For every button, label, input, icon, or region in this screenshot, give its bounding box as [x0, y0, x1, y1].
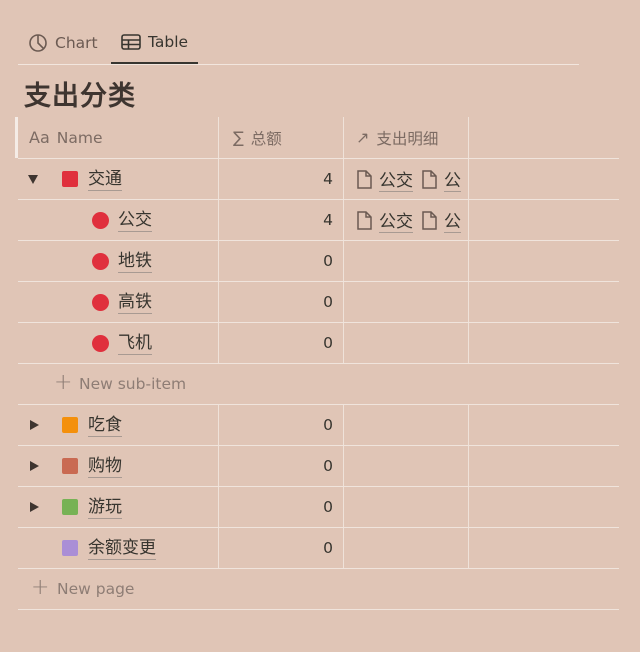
page-icon	[422, 210, 437, 230]
table-row[interactable]: 交通 4 公交 公	[18, 159, 619, 200]
detail-cell[interactable]	[343, 241, 468, 281]
table-header: Aa Name ∑ 总额 ↗ 支出明细	[15, 117, 619, 159]
new-sub-item-label: New sub-item	[79, 375, 187, 393]
total-value: 0	[323, 457, 333, 475]
column-header-extra	[468, 117, 619, 158]
table-row-sub[interactable]: 公交 4 公交 公	[18, 200, 619, 241]
new-page-button[interactable]: + New page	[18, 569, 619, 610]
detail-cell[interactable]	[343, 282, 468, 322]
column-detail-label: 支出明细	[376, 129, 439, 148]
page-link[interactable]: 公交	[356, 207, 413, 233]
relation-arrow-icon: ↗	[356, 128, 370, 147]
page-icon	[422, 169, 437, 189]
table-row-sub[interactable]: 飞机 0	[18, 323, 619, 364]
column-header-name[interactable]: Aa Name	[18, 117, 218, 158]
page-link[interactable]: 公	[421, 166, 461, 192]
red-circle-icon	[92, 212, 109, 229]
collapse-toggle-icon[interactable]	[28, 175, 38, 184]
total-value: 0	[323, 498, 333, 516]
pie-chart-icon	[29, 33, 47, 52]
page-link[interactable]: 公	[421, 207, 461, 233]
tab-chart-label: Chart	[55, 33, 98, 52]
table-row[interactable]: 吃食 0	[18, 405, 619, 446]
row-title[interactable]: 游玩	[88, 487, 122, 527]
tab-chart[interactable]: Chart	[28, 22, 98, 63]
total-value: 4	[323, 211, 333, 229]
row-title[interactable]: 吃食	[88, 405, 122, 445]
total-value: 0	[323, 334, 333, 352]
brown-square-icon	[62, 458, 78, 474]
category-table: Aa Name ∑ 总额 ↗ 支出明细 交通 4 公交 公 公交 4 公交 公 …	[15, 117, 619, 610]
page-title: 支出分类	[24, 81, 136, 112]
column-header-detail[interactable]: ↗ 支出明细	[343, 117, 468, 158]
table-row[interactable]: 购物 0	[18, 446, 619, 487]
table-icon	[121, 34, 141, 50]
red-circle-icon	[92, 294, 109, 311]
detail-cell[interactable]	[343, 487, 468, 527]
red-circle-icon	[92, 253, 109, 270]
expand-toggle-icon[interactable]	[30, 461, 39, 471]
row-title[interactable]: 公交	[118, 200, 152, 240]
table-row[interactable]: 余额变更 0	[18, 528, 619, 569]
table-row[interactable]: 游玩 0	[18, 487, 619, 528]
new-sub-item-button[interactable]: + New sub-item	[18, 364, 619, 405]
row-title[interactable]: 购物	[88, 446, 122, 486]
green-square-icon	[62, 499, 78, 515]
detail-cell[interactable]	[343, 405, 468, 445]
row-title[interactable]: 交通	[88, 159, 122, 199]
detail-cell[interactable]	[343, 446, 468, 486]
expand-toggle-icon[interactable]	[30, 502, 39, 512]
expand-toggle-icon[interactable]	[30, 420, 39, 430]
total-value: 0	[323, 293, 333, 311]
column-total-label: 总额	[250, 129, 282, 148]
table-row-sub[interactable]: 高铁 0	[18, 282, 619, 323]
red-circle-icon	[92, 335, 109, 352]
plus-icon: +	[31, 575, 50, 600]
tab-table-label: Table	[148, 33, 189, 51]
text-property-icon: Aa	[29, 128, 50, 147]
column-name-label: Name	[56, 128, 103, 147]
plus-icon: +	[54, 370, 73, 395]
page-link[interactable]: 公交	[356, 166, 413, 192]
total-value: 0	[323, 539, 333, 557]
detail-cell[interactable]	[343, 323, 468, 363]
row-title[interactable]: 高铁	[118, 282, 152, 322]
sum-formula-icon: ∑	[233, 128, 244, 147]
tab-table[interactable]: Table	[111, 22, 199, 64]
detail-cell[interactable]	[343, 528, 468, 568]
purple-square-icon	[62, 540, 78, 556]
view-tabs: Chart Table	[18, 22, 579, 65]
row-title[interactable]: 飞机	[118, 323, 152, 363]
new-page-label: New page	[57, 580, 135, 598]
page-icon	[357, 210, 372, 230]
orange-square-icon	[62, 417, 78, 433]
total-value: 0	[323, 416, 333, 434]
row-title[interactable]: 余额变更	[88, 528, 156, 568]
red-square-icon	[62, 171, 78, 187]
row-title[interactable]: 地铁	[118, 241, 152, 281]
column-header-total[interactable]: ∑ 总额	[218, 117, 343, 158]
total-value: 4	[323, 170, 333, 188]
table-row-sub[interactable]: 地铁 0	[18, 241, 619, 282]
page-icon	[357, 169, 372, 189]
total-value: 0	[323, 252, 333, 270]
